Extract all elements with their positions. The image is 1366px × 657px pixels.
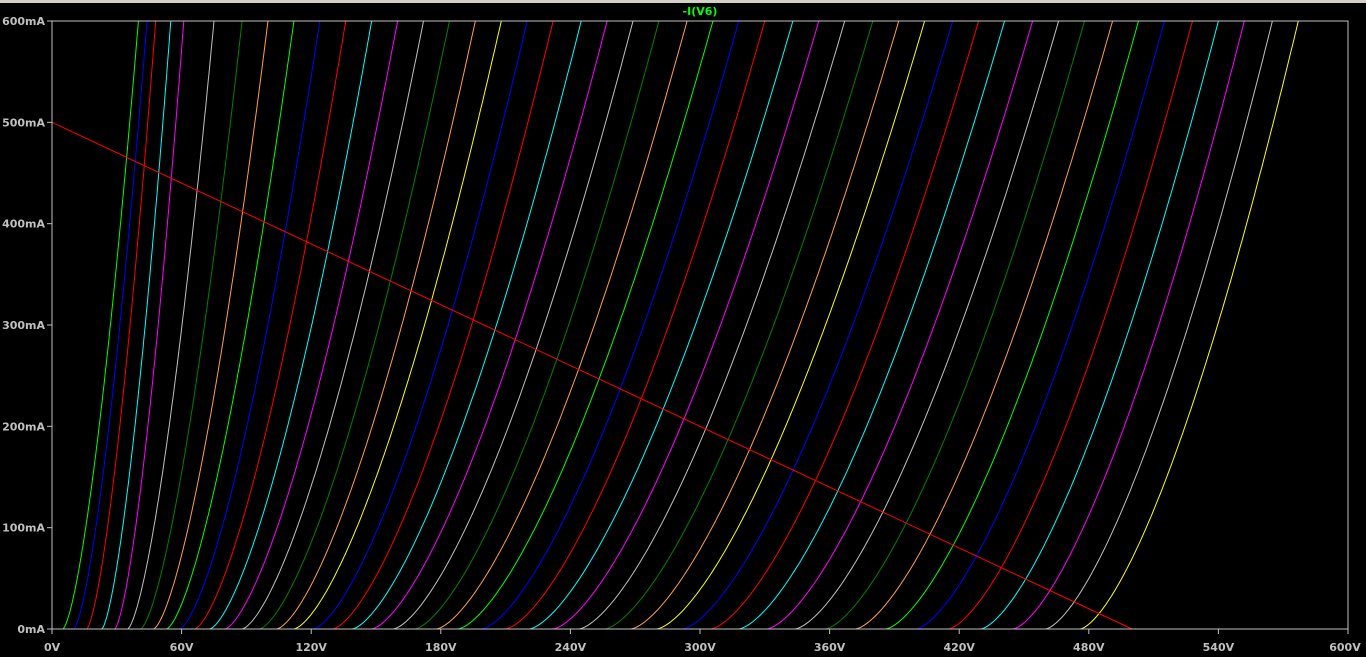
plate-curve: [276, 20, 476, 630]
plate-curve: [179, 20, 321, 630]
plate-curve: [552, 20, 820, 630]
plate-curve: [794, 20, 1060, 630]
plate-curve: [153, 20, 269, 630]
plate-curve: [656, 20, 926, 630]
plate-curve: [293, 20, 502, 630]
plate-curve: [885, 20, 1139, 630]
plate-curve: [209, 20, 373, 630]
x-tick-label: 300V: [684, 641, 716, 654]
plate-curve: [738, 20, 1006, 630]
plot-area[interactable]: 0V 60V 120V 180V 240V 300V 360V 420V 480V 540V 600…: [0, 0, 1366, 657]
y-tick-label: 100mA: [2, 522, 45, 535]
chart-title[interactable]: -I(V6): [683, 5, 718, 18]
plate-curve: [101, 20, 172, 630]
plate-curve: [855, 20, 1114, 630]
y-tick-label: 600mA: [2, 15, 45, 28]
plate-curve: [825, 20, 1085, 630]
plate-curve: [766, 20, 1034, 630]
plate-curve: [140, 20, 243, 630]
x-tick-label: 540V: [1203, 641, 1235, 654]
plate-curve: [352, 20, 582, 630]
plate-curve: [630, 20, 900, 630]
y-tick-label: 200mA: [2, 420, 45, 433]
x-tick-label: 240V: [555, 641, 587, 654]
y-tick-label: 400mA: [2, 218, 45, 231]
plate-curve: [194, 20, 347, 630]
plate-curve: [371, 20, 608, 630]
x-tick-label: 60V: [170, 641, 194, 654]
plate-curve: [62, 20, 139, 630]
plate-curve: [393, 20, 634, 630]
y-tick-label: 500mA: [2, 116, 45, 129]
plate-curve: [604, 20, 874, 630]
plate-curve: [915, 20, 1165, 630]
y-tick-label: 300mA: [2, 319, 45, 332]
plate-curve: [313, 20, 528, 630]
axis-ticks: 0V 60V 120V 180V 240V 300V 360V 420V 480V 540V 600…: [2, 15, 1361, 654]
x-tick-label: 360V: [814, 641, 846, 654]
x-tick-label: 0V: [44, 641, 61, 654]
y-tick-label: 0mA: [17, 623, 45, 636]
plate-curve: [414, 20, 660, 630]
plate-curve: [948, 20, 1193, 630]
plate-curve: [980, 20, 1219, 630]
x-tick-label: 420V: [943, 641, 975, 654]
plate-curve: [259, 20, 450, 630]
x-tick-label: 480V: [1073, 641, 1105, 654]
x-tick-label: 120V: [295, 641, 327, 654]
plate-curve: [436, 20, 688, 630]
plate-curve-family: [62, 20, 1299, 630]
x-tick-label: 600V: [1329, 641, 1361, 654]
x-tick-label: 180V: [425, 641, 457, 654]
plate-curve: [114, 20, 185, 630]
plate-curve: [224, 20, 399, 630]
plate-curve: [127, 20, 215, 630]
